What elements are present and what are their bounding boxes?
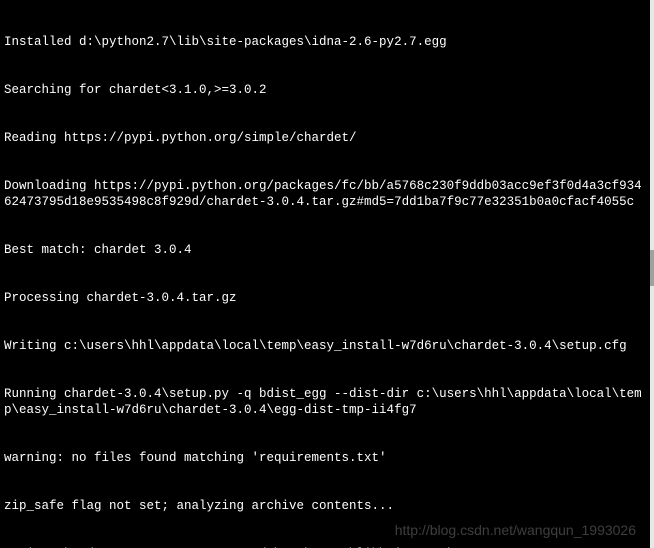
terminal-window[interactable]: Installed d:\python2.7\lib\site-packages… — [0, 0, 650, 548]
terminal-line: Installed d:\python2.7\lib\site-packages… — [4, 34, 646, 50]
terminal-line: Best match: chardet 3.0.4 — [4, 242, 646, 258]
terminal-line: Downloading https://pypi.python.org/pack… — [4, 178, 646, 210]
terminal-line: Processing chardet-3.0.4.tar.gz — [4, 290, 646, 306]
scrollbar-thumb[interactable] — [650, 250, 654, 286]
terminal-line: warning: no files found matching 'requir… — [4, 450, 646, 466]
terminal-line: Searching for chardet<3.1.0,>=3.0.2 — [4, 82, 646, 98]
terminal-line: Reading https://pypi.python.org/simple/c… — [4, 130, 646, 146]
vertical-scrollbar[interactable] — [650, 0, 654, 548]
terminal-line: zip_safe flag not set; analyzing archive… — [4, 498, 646, 514]
terminal-line: Writing c:\users\hhl\appdata\local\temp\… — [4, 338, 646, 354]
terminal-line: Running chardet-3.0.4\setup.py -q bdist_… — [4, 386, 646, 418]
watermark-text: http://blog.csdn.net/wangqun_1993026 — [395, 522, 636, 538]
